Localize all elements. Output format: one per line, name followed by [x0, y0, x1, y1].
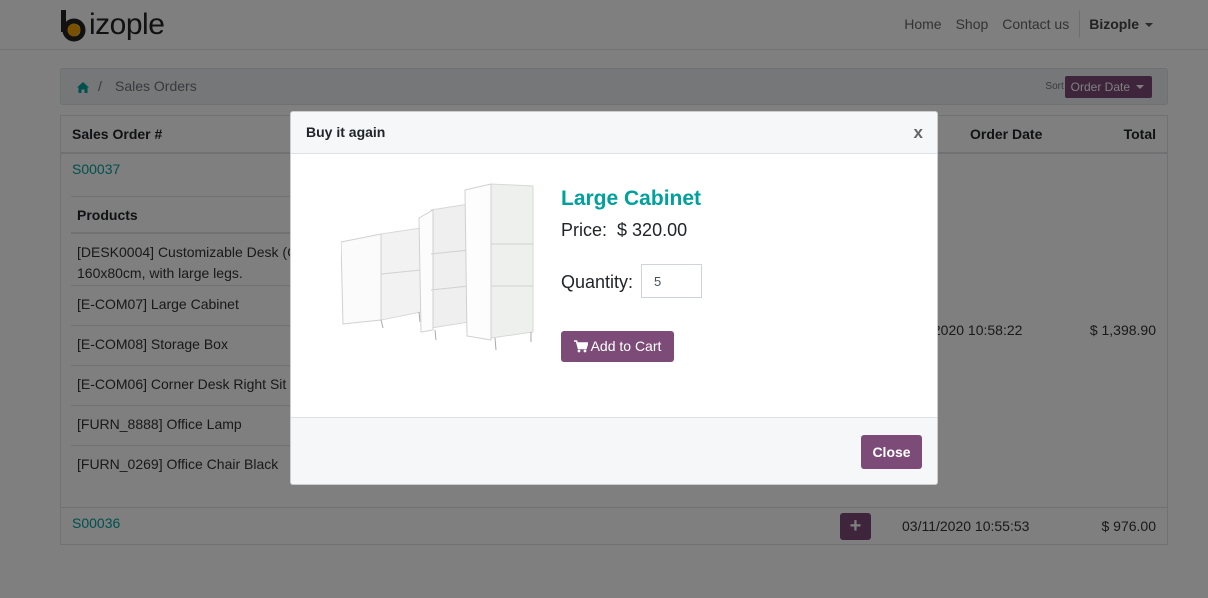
close-icon[interactable]: x [914, 124, 923, 141]
price-value: $ 320.00 [617, 220, 688, 240]
cart-icon [573, 333, 589, 364]
add-to-cart-button[interactable]: Add to Cart [561, 331, 674, 362]
quantity-input[interactable] [641, 264, 702, 298]
price-label: Price: [561, 220, 608, 240]
product-price: Price: $ 320.00 [561, 220, 687, 241]
quantity-label: Quantity: [561, 272, 634, 292]
modal-footer: Close [291, 417, 937, 484]
modal-title: Buy it again [306, 124, 386, 140]
modal-header: Buy it again x [291, 112, 937, 154]
add-to-cart-label: Add to Cart [590, 338, 662, 354]
product-name[interactable]: Large Cabinet [561, 187, 701, 211]
product-image [340, 182, 537, 355]
buy-it-again-modal: Buy it again x Large Cabinet Price: $ 32… [290, 111, 938, 485]
close-button[interactable]: Close [861, 435, 922, 469]
